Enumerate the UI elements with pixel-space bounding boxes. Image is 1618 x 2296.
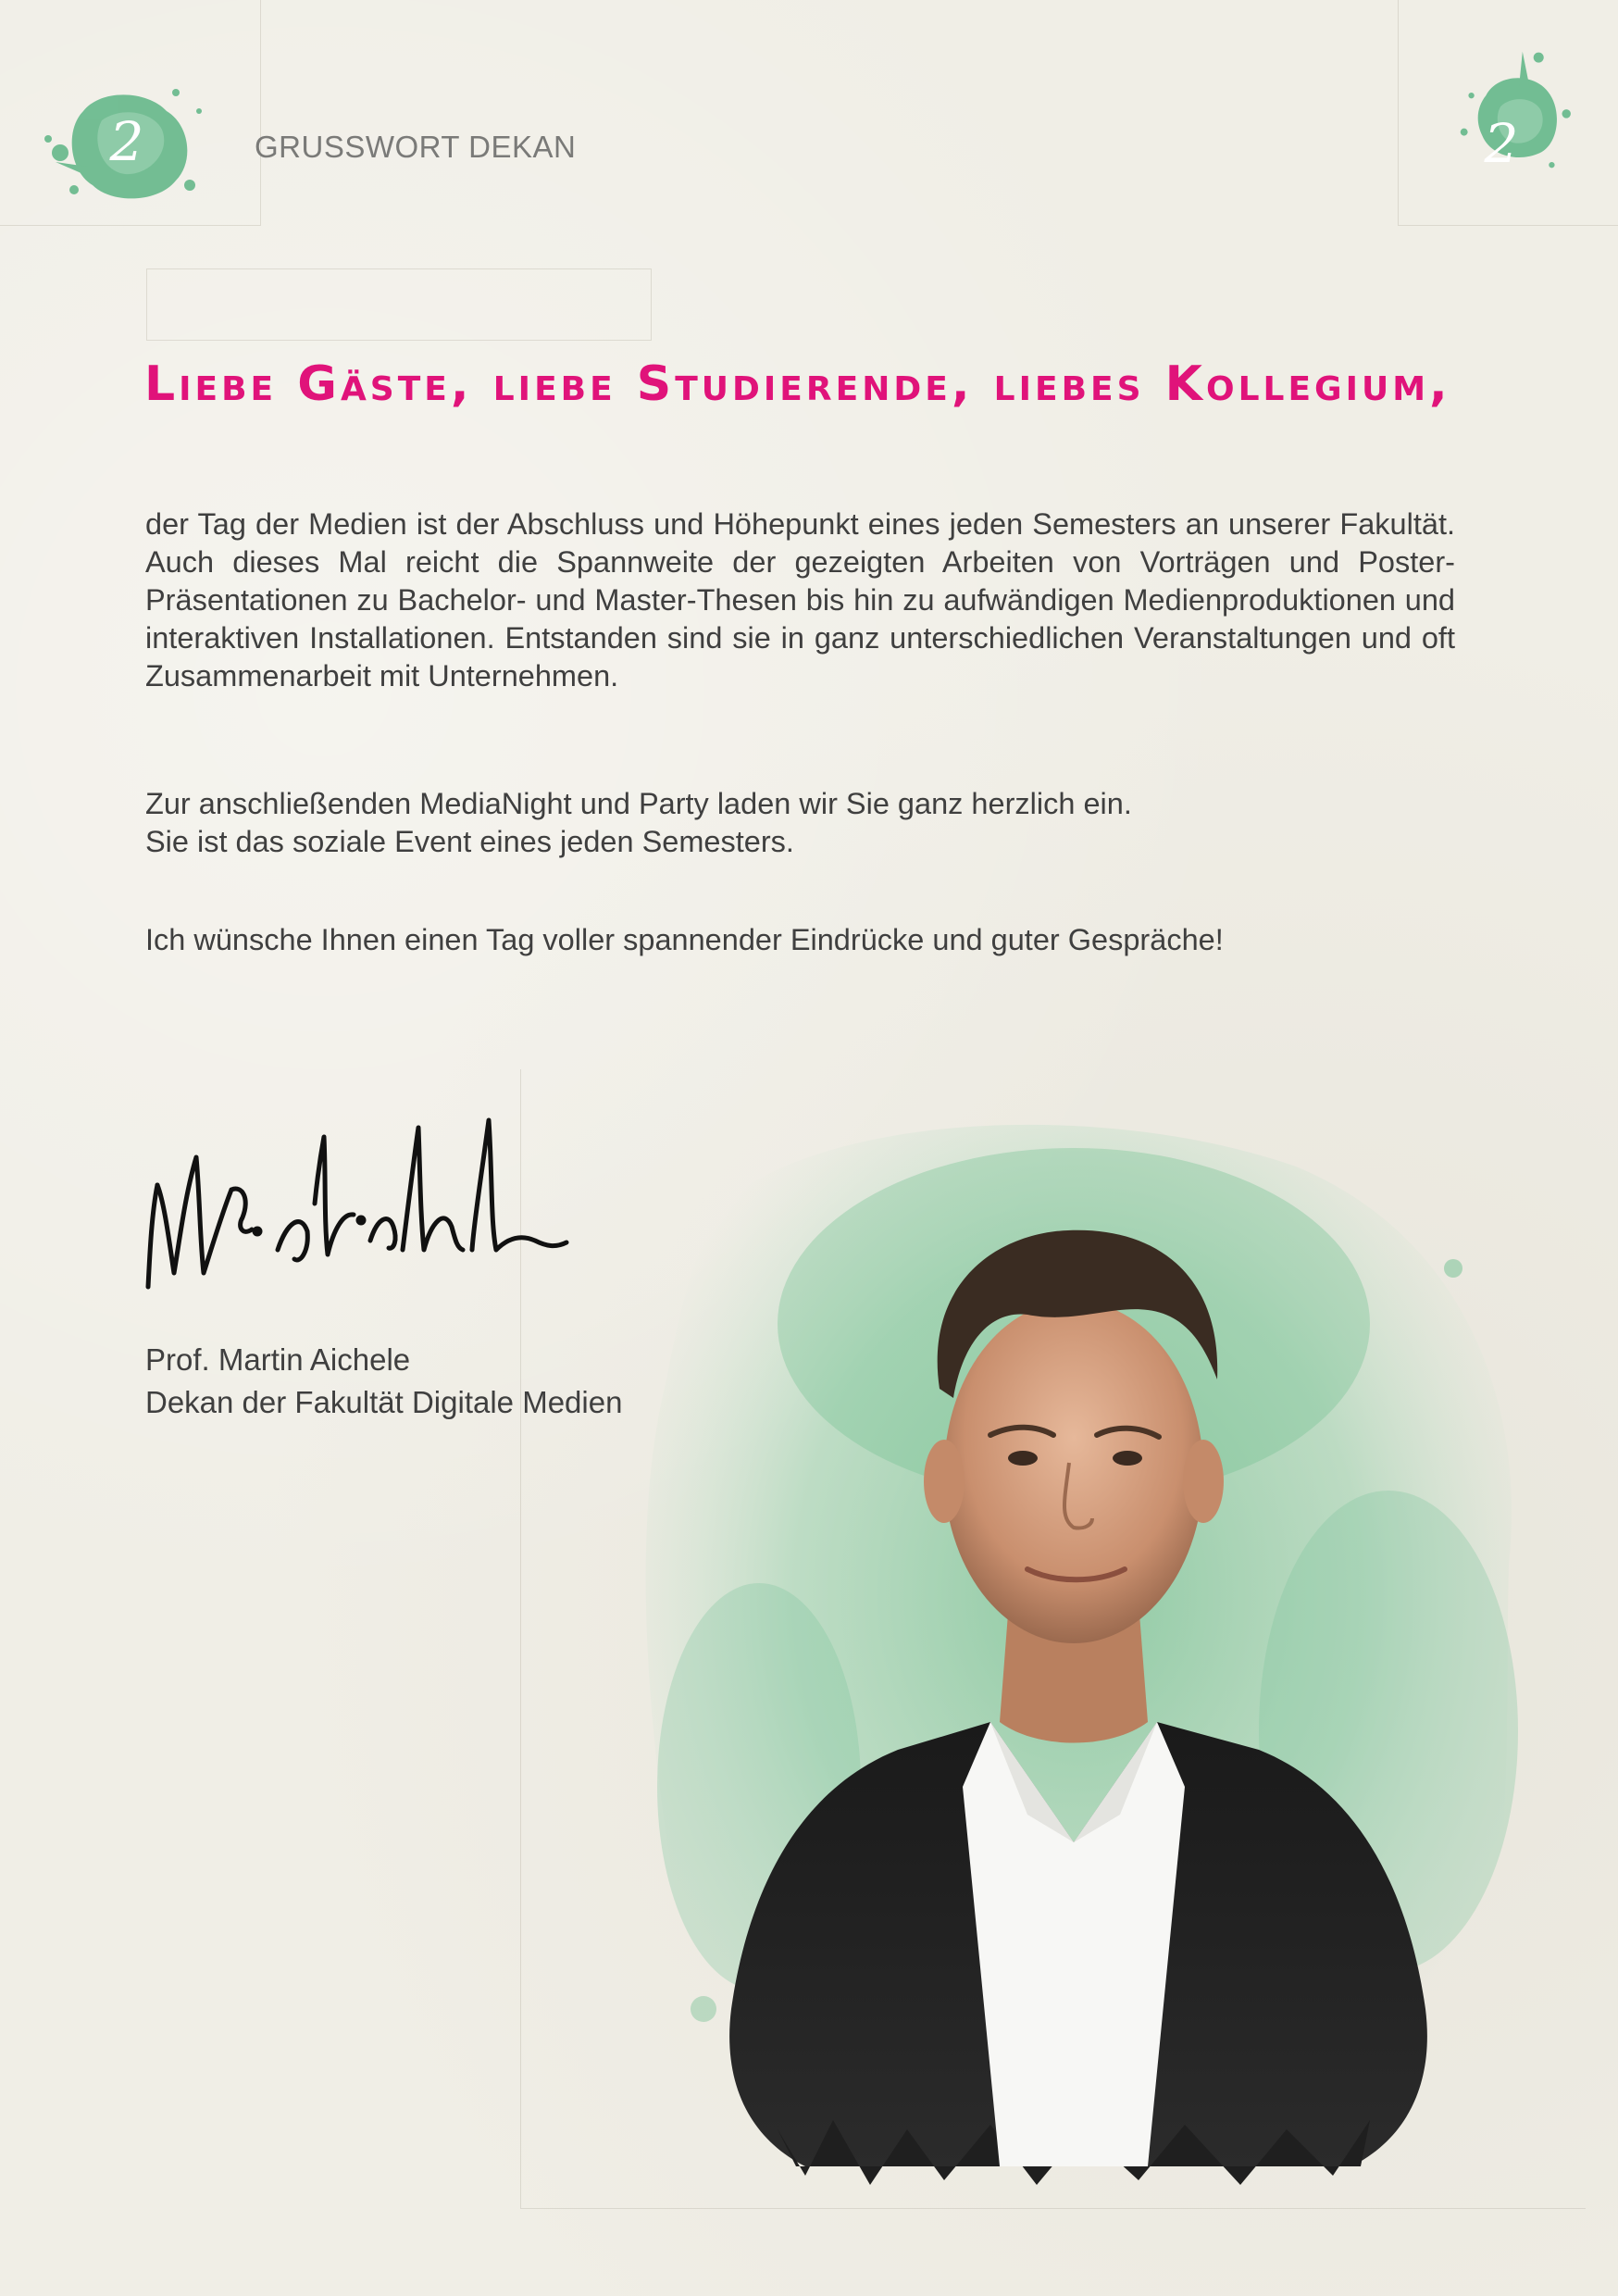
signatory-role: Dekan der Fakultät Digitale Medien [145, 1385, 623, 1419]
face [944, 1301, 1203, 1643]
portrait-photo [645, 1124, 1518, 2185]
letter-paragraph-2: Zur anschließenden MediaNight und Party … [145, 787, 1132, 858]
letter-paragraph-1: der Tag der Medien ist der Abschluss und… [145, 507, 1455, 693]
page-number-left: 2 [109, 110, 144, 173]
page-number-right: 2 [1484, 112, 1519, 175]
signatory-name: Prof. Martin Aichele [145, 1342, 411, 1377]
document-page: 2 GRUSSWORT DEKAN 2 Liebe Gäste, liebe S… [0, 0, 1618, 2296]
letter-headline: Liebe Gäste, liebe Studierende, liebes K… [144, 356, 1451, 412]
section-label: GRUSSWORT DEKAN [255, 130, 577, 164]
guide-box-headline [146, 268, 652, 341]
handwritten-signature [145, 1117, 569, 1290]
letter-paragraph-3: Ich wünsche Ihnen einen Tag voller spann… [145, 923, 1224, 956]
